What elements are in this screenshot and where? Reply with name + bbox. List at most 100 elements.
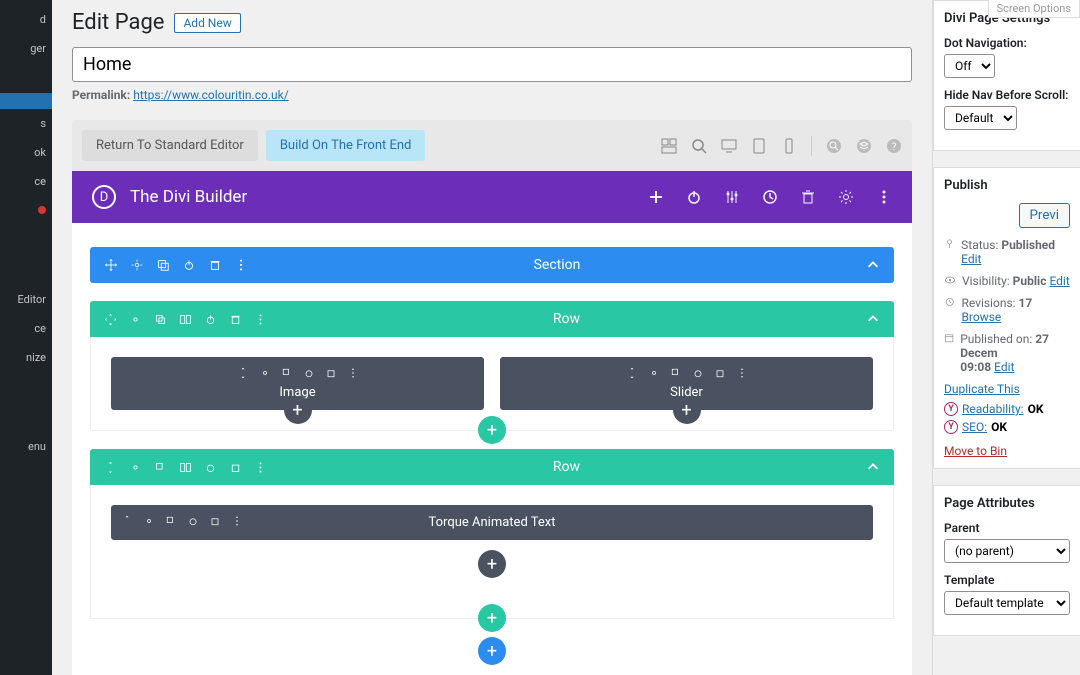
trash-icon[interactable] (229, 461, 242, 474)
browse-link[interactable]: Browse (961, 310, 1001, 324)
module-torque[interactable]: Torque Animated Text (111, 505, 873, 540)
layout-icon[interactable] (661, 138, 677, 154)
page-title: Edit Page (72, 10, 164, 35)
add-module-button[interactable]: + (284, 396, 312, 424)
dot-nav-select[interactable]: Off (944, 54, 995, 78)
duplicate-icon[interactable] (154, 461, 167, 474)
add-section-button[interactable]: + (478, 637, 506, 665)
add-module-button[interactable]: + (673, 396, 701, 424)
find-icon[interactable] (826, 138, 842, 154)
row-label: Row (553, 311, 580, 327)
gear-icon[interactable] (130, 258, 144, 272)
preview-button[interactable]: Previ (1019, 203, 1070, 228)
add-row-button[interactable]: + (478, 416, 506, 444)
row-bar[interactable]: Row (90, 449, 894, 485)
more-icon[interactable] (736, 367, 748, 379)
trash-icon[interactable] (800, 189, 816, 205)
trash-icon[interactable] (325, 367, 337, 379)
power-icon[interactable] (182, 258, 196, 272)
move-icon[interactable] (626, 367, 638, 379)
move-icon[interactable] (104, 258, 118, 272)
edit-date-link[interactable]: Edit (994, 360, 1014, 374)
layers-icon[interactable] (856, 138, 872, 154)
power-icon[interactable] (187, 515, 199, 527)
duplicate-icon[interactable] (154, 313, 167, 326)
more-icon[interactable] (254, 461, 267, 474)
sidebar-item-pages[interactable] (0, 93, 52, 109)
chevron-up-icon[interactable] (866, 312, 880, 326)
power-icon[interactable] (692, 367, 704, 379)
gear-icon[interactable] (838, 189, 854, 205)
trash-icon[interactable] (714, 367, 726, 379)
move-icon[interactable] (121, 515, 133, 527)
sidebar-item[interactable]: ce (0, 314, 52, 343)
history-icon[interactable] (762, 189, 778, 205)
section-bar[interactable]: Section (90, 247, 894, 283)
columns-icon[interactable] (179, 313, 192, 326)
sliders-icon[interactable] (724, 189, 740, 205)
sidebar-item[interactable]: ok (0, 138, 52, 167)
sidebar-item-updates[interactable] (0, 196, 52, 225)
row-bar[interactable]: Row (90, 301, 894, 337)
hide-nav-select[interactable]: Default (944, 106, 1017, 130)
power-icon[interactable] (686, 189, 702, 205)
duplicate-icon[interactable] (156, 258, 170, 272)
more-icon[interactable] (234, 258, 248, 272)
trash-icon[interactable] (229, 313, 242, 326)
sidebar-item[interactable]: d (0, 5, 52, 34)
readability-link[interactable]: Readability: (962, 402, 1024, 416)
duplicate-icon[interactable] (281, 367, 293, 379)
duplicate-icon[interactable] (165, 515, 177, 527)
tablet-icon[interactable] (751, 138, 767, 154)
more-icon[interactable] (876, 189, 892, 205)
duplicate-link[interactable]: Duplicate This (944, 382, 1070, 396)
permalink-link[interactable]: https://www.colouritin.co.uk/ (133, 88, 288, 102)
help-icon[interactable]: ? (886, 138, 902, 154)
add-icon[interactable] (648, 189, 664, 205)
power-icon[interactable] (303, 367, 315, 379)
desktop-icon[interactable] (721, 138, 737, 154)
power-icon[interactable] (204, 461, 217, 474)
search-icon[interactable] (691, 138, 707, 154)
gear-icon[interactable] (143, 515, 155, 527)
edit-status-link[interactable]: Edit (961, 252, 981, 266)
parent-select[interactable]: (no parent) (944, 539, 1070, 563)
chevron-up-icon[interactable] (866, 258, 880, 272)
sidebar-item[interactable]: s (0, 109, 52, 138)
phone-icon[interactable] (781, 138, 797, 154)
columns-icon[interactable] (179, 461, 192, 474)
chevron-up-icon[interactable] (866, 460, 880, 474)
sidebar-item[interactable]: nize (0, 343, 52, 372)
gear-icon[interactable] (129, 313, 142, 326)
more-icon[interactable] (231, 515, 243, 527)
gear-icon[interactable] (259, 367, 271, 379)
more-icon[interactable] (347, 367, 359, 379)
module-slider[interactable]: Slider + (500, 357, 873, 410)
move-icon[interactable] (237, 367, 249, 379)
sidebar-item[interactable]: ger (0, 34, 52, 63)
add-row-button[interactable]: + (478, 604, 506, 632)
sidebar-item[interactable]: Editor (0, 285, 52, 314)
trash-icon[interactable] (208, 258, 222, 272)
pin-icon (944, 238, 955, 250)
post-title-input[interactable] (72, 47, 912, 82)
template-select[interactable]: Default template (944, 591, 1070, 615)
gear-icon[interactable] (648, 367, 660, 379)
module-image[interactable]: Image + (111, 357, 484, 410)
build-frontend-button[interactable]: Build On The Front End (266, 130, 426, 161)
edit-visibility-link[interactable]: Edit (1049, 274, 1069, 288)
add-module-button[interactable]: + (478, 550, 506, 578)
duplicate-icon[interactable] (670, 367, 682, 379)
sidebar-item[interactable]: enu (0, 432, 52, 461)
power-icon[interactable] (204, 313, 217, 326)
standard-editor-button[interactable]: Return To Standard Editor (82, 130, 258, 161)
more-icon[interactable] (254, 313, 267, 326)
move-to-bin-link[interactable]: Move to Bin (944, 444, 1070, 458)
move-icon[interactable] (104, 313, 117, 326)
add-new-button[interactable]: Add New (174, 13, 240, 33)
seo-link[interactable]: SEO: (962, 420, 987, 434)
move-icon[interactable] (104, 461, 117, 474)
gear-icon[interactable] (129, 461, 142, 474)
sidebar-item[interactable]: ce (0, 167, 52, 196)
trash-icon[interactable] (209, 515, 221, 527)
